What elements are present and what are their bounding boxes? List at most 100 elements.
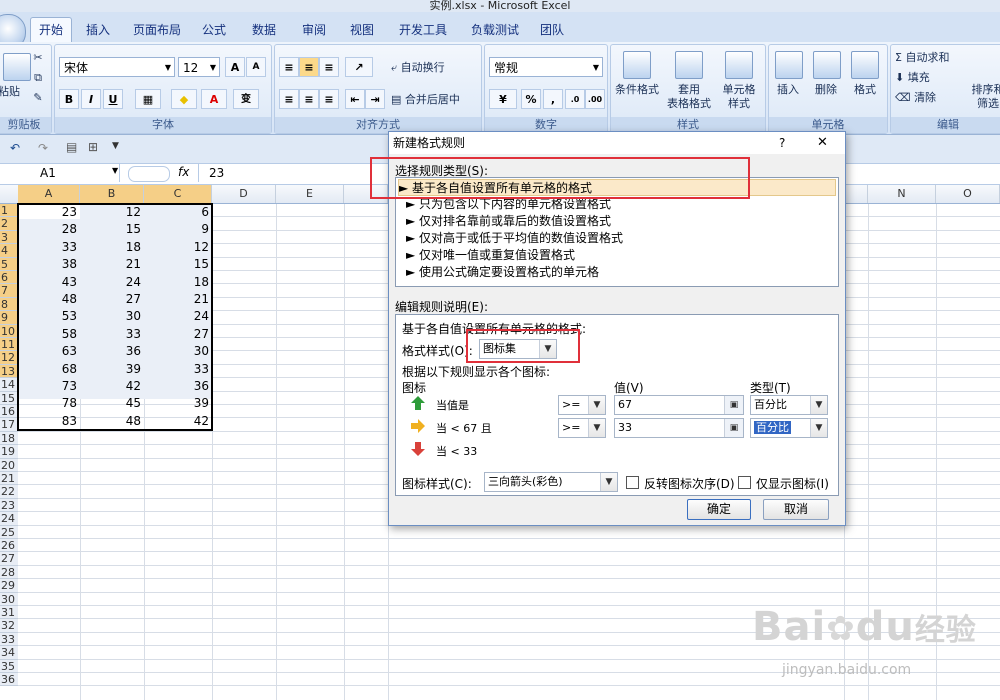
- close-icon[interactable]: ✕: [817, 132, 828, 154]
- col-header-a[interactable]: A: [18, 185, 80, 203]
- grow-font-button[interactable]: A: [225, 57, 245, 77]
- operator-combo-2[interactable]: >= ▼: [558, 418, 606, 438]
- chevron-down-icon[interactable]: ▼: [588, 419, 605, 437]
- group-font: 宋体 ▼ 12 ▼ A A B I U ▦ ◆ A 变 字体: [54, 44, 272, 134]
- tab-developer[interactable]: 开发工具: [394, 19, 452, 41]
- undo-icon[interactable]: ↶: [10, 141, 20, 155]
- tab-formulas[interactable]: 公式: [196, 19, 232, 41]
- clear-label: 清除: [914, 91, 937, 104]
- insert-cells-button[interactable]: 插入: [771, 83, 805, 97]
- watermark-url: jingyan.baidu.com: [782, 662, 912, 678]
- range-picker-icon[interactable]: ▣: [724, 396, 743, 414]
- conditional-format-button[interactable]: 条件格式: [613, 83, 661, 97]
- col-header-m[interactable]: [844, 185, 868, 203]
- type-combo-2[interactable]: 百分比 ▼: [750, 418, 828, 438]
- decrease-decimal-icon[interactable]: .00: [585, 89, 605, 109]
- print-preview-icon[interactable]: ▤: [66, 140, 77, 154]
- tab-home[interactable]: 开始: [30, 17, 72, 43]
- currency-icon[interactable]: ¥: [489, 89, 517, 109]
- dialog-title: 新建格式规则: [393, 136, 466, 150]
- tab-insert[interactable]: 插入: [80, 19, 116, 41]
- cut-icon[interactable]: ✂: [31, 51, 45, 65]
- delete-cells-button[interactable]: 删除: [809, 83, 843, 97]
- shrink-font-button[interactable]: A: [246, 57, 266, 77]
- tab-team[interactable]: 团队: [534, 19, 570, 41]
- name-box[interactable]: A1: [0, 164, 120, 182]
- col-header-o[interactable]: O: [936, 185, 1000, 203]
- group-alignment: ≡ ≡ ≡ ↗ ≡ ≡ ≡ ⇤ ⇥ ⤶ 自动换行 ▤ 合并后居中 对齐方式: [274, 44, 482, 134]
- sort-filter-button[interactable]: 排序和 筛选: [971, 83, 1000, 111]
- chevron-down-icon[interactable]: ▼: [588, 396, 605, 414]
- align-left-icon[interactable]: ≡: [279, 89, 299, 109]
- col-header-d[interactable]: D: [212, 185, 276, 203]
- tab-data[interactable]: 数据: [246, 19, 282, 41]
- rule-type-item[interactable]: ► 使用公式确定要设置格式的单元格: [398, 264, 844, 281]
- clear-button[interactable]: ⌫ 清除: [895, 91, 965, 105]
- col-header-n[interactable]: N: [868, 185, 936, 203]
- align-middle-icon[interactable]: ≡: [299, 57, 319, 77]
- format-painter-icon[interactable]: ✎: [31, 91, 45, 105]
- reverse-order-checkbox[interactable]: [626, 476, 639, 489]
- chevron-down-icon[interactable]: ▼: [600, 473, 617, 491]
- paste-button[interactable]: 粘贴: [0, 85, 21, 99]
- increase-decimal-icon[interactable]: .0: [565, 89, 585, 109]
- align-top-icon[interactable]: ≡: [279, 57, 299, 77]
- operator-combo-1[interactable]: >= ▼: [558, 395, 606, 415]
- rule-type-item[interactable]: ► 仅对唯一值或重复值设置格式: [398, 247, 844, 264]
- align-center-icon[interactable]: ≡: [299, 89, 319, 109]
- fill-button[interactable]: ⬇ 填充: [895, 71, 965, 85]
- cell-styles-line1: 单元格: [722, 83, 756, 96]
- tab-view[interactable]: 视图: [344, 19, 380, 41]
- phonetic-button[interactable]: 变: [233, 89, 259, 109]
- col-header-b[interactable]: B: [80, 185, 144, 203]
- help-button[interactable]: ?: [779, 132, 785, 154]
- autosum-button[interactable]: Σ 自动求和: [895, 51, 975, 65]
- rule-type-item[interactable]: ► 仅对排名靠前或靠后的数值设置格式: [398, 213, 844, 230]
- wrap-text-button[interactable]: ⤶ 自动换行: [391, 61, 475, 75]
- rule-type-item[interactable]: ► 仅对高于或低于平均值的数值设置格式: [398, 230, 844, 247]
- font-color-button[interactable]: A: [201, 89, 227, 109]
- orientation-icon[interactable]: ↗: [345, 57, 373, 77]
- font-name-box[interactable]: 宋体 ▼: [59, 57, 175, 77]
- tab-load-test[interactable]: 负载测试: [466, 19, 524, 41]
- chevron-down-icon[interactable]: ▼: [810, 419, 827, 437]
- merge-center-button[interactable]: ▤ 合并后居中: [391, 93, 479, 107]
- customize-qat-icon[interactable]: ▼: [112, 141, 119, 151]
- ok-button[interactable]: 确定: [687, 499, 751, 520]
- cell-styles-button[interactable]: 单元格 样式: [715, 83, 763, 111]
- type-combo-1[interactable]: 百分比 ▼: [750, 395, 828, 415]
- value-input-2[interactable]: 33 ▣: [614, 418, 744, 438]
- col-header-c[interactable]: C: [144, 185, 212, 203]
- bold-button[interactable]: B: [59, 89, 79, 109]
- format-cells-button[interactable]: 格式: [847, 83, 883, 97]
- form-icon[interactable]: ⊞: [88, 140, 98, 154]
- formula-slider[interactable]: [128, 166, 170, 182]
- icon-only-checkbox[interactable]: [738, 476, 751, 489]
- icon-column-header: 图标: [402, 381, 427, 395]
- function-icon[interactable]: fx: [178, 165, 189, 179]
- percent-button[interactable]: %: [521, 89, 541, 109]
- font-size-box[interactable]: 12 ▼: [178, 57, 220, 77]
- borders-icon[interactable]: ▦: [135, 89, 161, 109]
- underline-button[interactable]: U: [103, 89, 123, 109]
- icon-style-combo[interactable]: 三向箭头(彩色) ▼: [484, 472, 618, 492]
- range-picker-icon[interactable]: ▣: [724, 419, 743, 437]
- chevron-down-icon[interactable]: ▼: [112, 166, 118, 175]
- chevron-down-icon[interactable]: ▼: [810, 396, 827, 414]
- decrease-indent-icon[interactable]: ⇤: [345, 89, 365, 109]
- fill-color-icon[interactable]: ◆: [171, 89, 197, 109]
- col-header-e[interactable]: E: [276, 185, 344, 203]
- number-format-box[interactable]: 常规 ▼: [489, 57, 603, 77]
- increase-indent-icon[interactable]: ⇥: [365, 89, 385, 109]
- comma-button[interactable]: ,: [543, 89, 563, 109]
- value-input-1[interactable]: 67 ▣: [614, 395, 744, 415]
- tab-page-layout[interactable]: 页面布局: [128, 19, 186, 41]
- align-bottom-icon[interactable]: ≡: [319, 57, 339, 77]
- italic-button[interactable]: I: [81, 89, 101, 109]
- align-right-icon[interactable]: ≡: [319, 89, 339, 109]
- tab-review[interactable]: 审阅: [296, 19, 332, 41]
- copy-icon[interactable]: ⧉: [31, 71, 45, 85]
- redo-icon[interactable]: ↷: [38, 141, 48, 155]
- cancel-button[interactable]: 取消: [763, 499, 829, 520]
- format-table-button[interactable]: 套用 表格格式: [665, 83, 713, 111]
